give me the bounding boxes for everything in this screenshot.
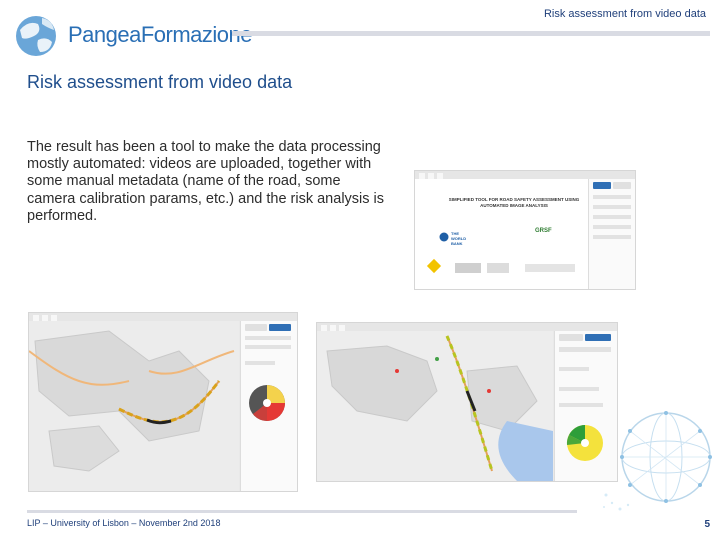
footer-text: LIP – University of Lisbon – November 2n… xyxy=(27,518,221,528)
page-number: 5 xyxy=(704,519,710,530)
screenshot-doc-title: SIMPLIFIED TOOL FOR ROAD SAFETY ASSESSME… xyxy=(448,197,580,208)
slide-title: Risk assessment from video data xyxy=(27,72,293,92)
screenshot-sidepanel xyxy=(588,179,635,289)
screenshot-map-route xyxy=(28,312,298,492)
partner-logo xyxy=(455,263,481,273)
header-divider xyxy=(232,31,710,36)
screenshot-tool-document: SIMPLIFIED TOOL FOR ROAD SAFETY ASSESSME… xyxy=(414,170,636,290)
header-title: Risk assessment from video data xyxy=(543,8,706,20)
logo-text: PangeaFormazione xyxy=(68,22,253,47)
screenshot-tabbar xyxy=(415,171,635,179)
risk-pie-chart xyxy=(566,425,603,461)
grsf-logo: GRSF xyxy=(535,228,552,234)
footer-divider xyxy=(27,510,577,513)
risk-pie-chart xyxy=(249,385,285,421)
screenshot-map-river xyxy=(316,322,618,482)
partner-logo xyxy=(525,264,575,272)
partner-logo xyxy=(487,263,509,273)
network-globe-graphic xyxy=(603,411,712,511)
screenshot-tabbar xyxy=(29,313,297,321)
world-bank-logo: THE WORLD BANK xyxy=(439,229,475,246)
slide-body-text: The result has been a tool to make the d… xyxy=(27,139,385,224)
screenshot-sidepanel xyxy=(240,321,297,491)
globe-logo-icon xyxy=(16,16,56,56)
pangea-logo: PangeaFormazione xyxy=(12,10,253,62)
screenshot-tabbar xyxy=(317,323,617,331)
road-sign-icon xyxy=(426,258,442,274)
map-area xyxy=(29,321,239,491)
map-area xyxy=(317,331,553,481)
